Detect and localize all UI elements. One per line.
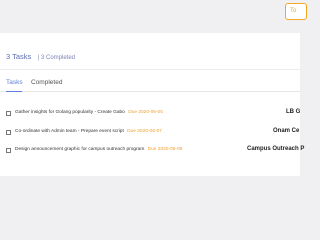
task-row[interactable]: Design announcement graphic for campus o… [6, 146, 304, 157]
task-title-line[interactable]: Co-ordinate with Admin team - Prepare ev… [15, 129, 162, 134]
completed-count: | 3 Completed [37, 55, 75, 61]
task-project: Onam Ce [273, 128, 300, 134]
task-checkbox[interactable] [6, 111, 11, 116]
tab-bar: Tasks Completed [0, 78, 300, 92]
tab-tasks[interactable]: Tasks [6, 79, 23, 92]
task-due-date: Due 2020-06-09 [147, 147, 183, 152]
task-checkbox[interactable] [6, 130, 11, 135]
task-title: Design announcement graphic for campus o… [15, 147, 145, 152]
task-title: Gather insights for Golang popularity - … [15, 110, 125, 115]
task-due-date: Due 2020-06-07 [127, 129, 162, 134]
task-title: Co-ordinate with Admin team - Prepare ev… [15, 129, 124, 134]
task-row[interactable]: Gather insights for Golang popularity - … [6, 109, 301, 120]
task-due-date: Due 2020-06-05 [128, 110, 163, 115]
task-checkbox[interactable] [6, 148, 11, 153]
task-title-line[interactable]: Gather insights for Golang popularity - … [15, 110, 163, 115]
task-count: 3 Tasks [6, 52, 32, 61]
tasks-panel: 3 Tasks | 3 Completed Tasks Completed Ga… [0, 33, 304, 176]
top-action-button[interactable]: To [285, 3, 307, 20]
task-title-line[interactable]: Design announcement graphic for campus o… [15, 147, 182, 152]
task-project: LB G [286, 109, 301, 115]
tab-completed[interactable]: Completed [31, 79, 63, 92]
divider [0, 69, 300, 70]
top-bar: To [0, 0, 307, 30]
task-summary: 3 Tasks | 3 Completed [6, 46, 75, 64]
task-project: Campus Outreach P [247, 146, 305, 152]
task-row[interactable]: Co-ordinate with Admin team - Prepare ev… [6, 128, 300, 139]
